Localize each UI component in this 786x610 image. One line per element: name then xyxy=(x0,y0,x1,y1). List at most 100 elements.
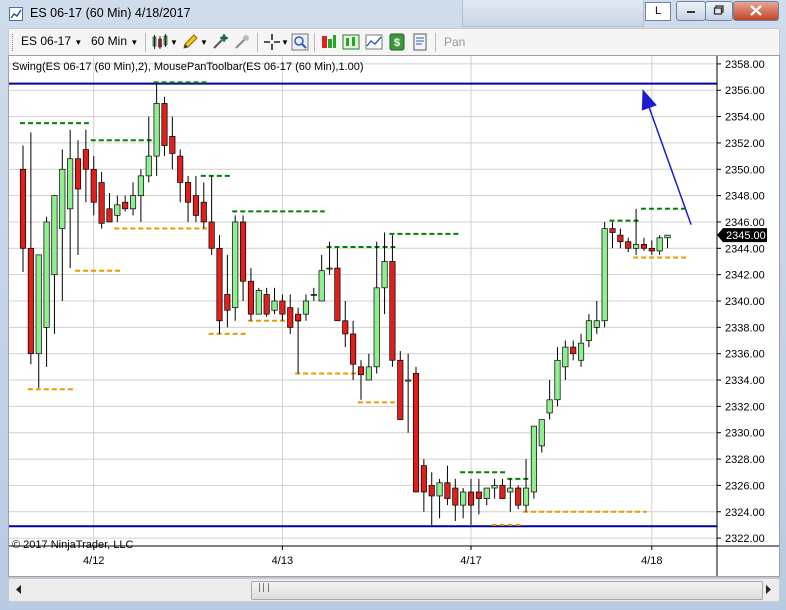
restore-button[interactable] xyxy=(705,1,733,21)
scroll-thumb[interactable] xyxy=(251,581,763,600)
chevron-down-icon[interactable]: ▼ xyxy=(200,38,208,47)
candle-body xyxy=(287,307,294,328)
candle-body xyxy=(27,247,34,355)
price-tick-label: 2324.00 xyxy=(725,507,765,519)
candle-body xyxy=(318,270,325,302)
candle-body xyxy=(326,267,333,270)
candle-body xyxy=(67,158,74,210)
candle-body xyxy=(507,487,514,493)
candle-body xyxy=(74,158,82,190)
candle-body xyxy=(578,342,585,361)
strategy-icon[interactable]: $ xyxy=(388,33,406,51)
instrument-label: ES 06-17 xyxy=(21,34,72,48)
candle-body xyxy=(161,103,168,146)
time-tick-label: 4/13 xyxy=(272,555,293,567)
chart-window: ES 06-17 (60 Min) 4/18/2017 L ES 06-17 ▼… xyxy=(0,0,786,610)
time-tick-label: 4/17 xyxy=(460,555,481,567)
window-title: ES 06-17 (60 Min) 4/18/2017 xyxy=(30,6,191,20)
candle-body xyxy=(452,487,459,506)
toolbar-grip[interactable] xyxy=(12,34,16,51)
arrow-right-icon xyxy=(766,584,771,594)
add-indicator-icon[interactable] xyxy=(211,33,229,51)
instrument-selector[interactable]: ES 06-17 ▼ xyxy=(21,34,82,48)
toolbar-separator xyxy=(145,33,146,52)
chevron-down-icon[interactable]: ▼ xyxy=(170,38,178,47)
candle-body xyxy=(389,261,396,361)
candle-body xyxy=(648,247,655,252)
candle-body xyxy=(350,333,357,365)
candle-body xyxy=(436,482,443,497)
candle-body xyxy=(208,221,215,249)
data-box-icon[interactable] xyxy=(320,33,338,51)
candle-body xyxy=(365,366,372,381)
copyright-text: © 2017 NinjaTrader, LLC xyxy=(12,539,134,551)
price-tick-label: 2350.00 xyxy=(725,164,765,176)
time-tick-label: 4/12 xyxy=(83,555,104,567)
chart-toolbar: ES 06-17 ▼ 60 Min ▼ ▼ ▼ ▼ $ Pan xyxy=(8,28,780,57)
scroll-right-button[interactable] xyxy=(759,580,777,598)
link-button[interactable]: L xyxy=(645,2,671,21)
interval-selector[interactable]: 60 Min ▼ xyxy=(91,34,138,48)
candle-body xyxy=(570,346,577,355)
candle-body xyxy=(405,379,412,382)
chart-app-icon xyxy=(9,7,23,21)
scroll-left-button[interactable] xyxy=(10,580,28,598)
chevron-down-icon[interactable]: ▼ xyxy=(281,38,289,47)
candle-body xyxy=(617,234,624,243)
pencil-drawing-icon[interactable] xyxy=(181,33,199,51)
candle-body xyxy=(499,485,506,499)
candle-body xyxy=(664,234,671,239)
chevron-down-icon: ▼ xyxy=(130,38,139,47)
crosshair-icon[interactable] xyxy=(263,33,281,51)
candle-body xyxy=(656,237,663,252)
candle-body xyxy=(562,346,569,368)
price-tick-label: 2336.00 xyxy=(725,349,765,361)
zoom-icon[interactable] xyxy=(291,33,309,51)
price-tick-label: 2342.00 xyxy=(725,270,765,282)
candle-body xyxy=(271,300,278,311)
candle-body xyxy=(491,485,498,489)
candle-body xyxy=(515,487,522,506)
candle-body xyxy=(51,195,58,276)
candle-body xyxy=(114,204,121,216)
interval-label: 60 Min xyxy=(91,34,128,48)
price-tick-label: 2330.00 xyxy=(725,428,765,440)
candle-body xyxy=(467,491,475,506)
candle-body xyxy=(43,221,50,328)
bar-type-icon[interactable] xyxy=(151,33,169,51)
candle-body xyxy=(122,201,129,210)
pan-button[interactable]: Pan xyxy=(444,35,465,49)
close-button[interactable] xyxy=(733,1,779,21)
candle-body xyxy=(530,425,537,493)
properties-icon[interactable] xyxy=(342,33,360,51)
candle-body xyxy=(129,195,137,210)
price-tick-label: 2352.00 xyxy=(725,138,765,150)
candle-body xyxy=(279,300,286,315)
price-tick-label: 2348.00 xyxy=(725,191,765,203)
arrow-left-icon xyxy=(16,584,21,594)
candle-body xyxy=(145,155,152,177)
chart-style-icon[interactable] xyxy=(365,33,383,51)
minimize-button[interactable] xyxy=(676,1,706,21)
candle-body xyxy=(593,320,600,328)
price-tick-label: 2328.00 xyxy=(725,454,765,466)
horizontal-scrollbar[interactable] xyxy=(8,578,780,602)
candle-body xyxy=(428,485,435,497)
remove-indicator-icon[interactable] xyxy=(233,33,251,51)
candle-body xyxy=(200,201,207,223)
chart-panel[interactable]: 2322.00 2324.00 2326.00 2328.00 2330.00 2332.… xyxy=(8,55,780,577)
candle-body xyxy=(255,290,262,315)
price-tick-label: 2354.00 xyxy=(725,112,765,124)
candle-body xyxy=(601,228,608,322)
candle-body xyxy=(640,244,647,249)
candle-body xyxy=(373,287,380,368)
minimize-icon xyxy=(687,11,695,13)
toolbar-separator xyxy=(257,33,258,52)
title-bar[interactable]: ES 06-17 (60 Min) 4/18/2017 L xyxy=(0,0,786,28)
candle-body xyxy=(357,366,365,376)
template-icon[interactable] xyxy=(411,33,429,51)
candle-body xyxy=(232,221,239,308)
candle-body xyxy=(460,491,467,506)
price-chart[interactable]: 2322.00 2324.00 2326.00 2328.00 2330.00 2332.… xyxy=(9,56,779,576)
price-tick-label: 2334.00 xyxy=(725,375,765,387)
